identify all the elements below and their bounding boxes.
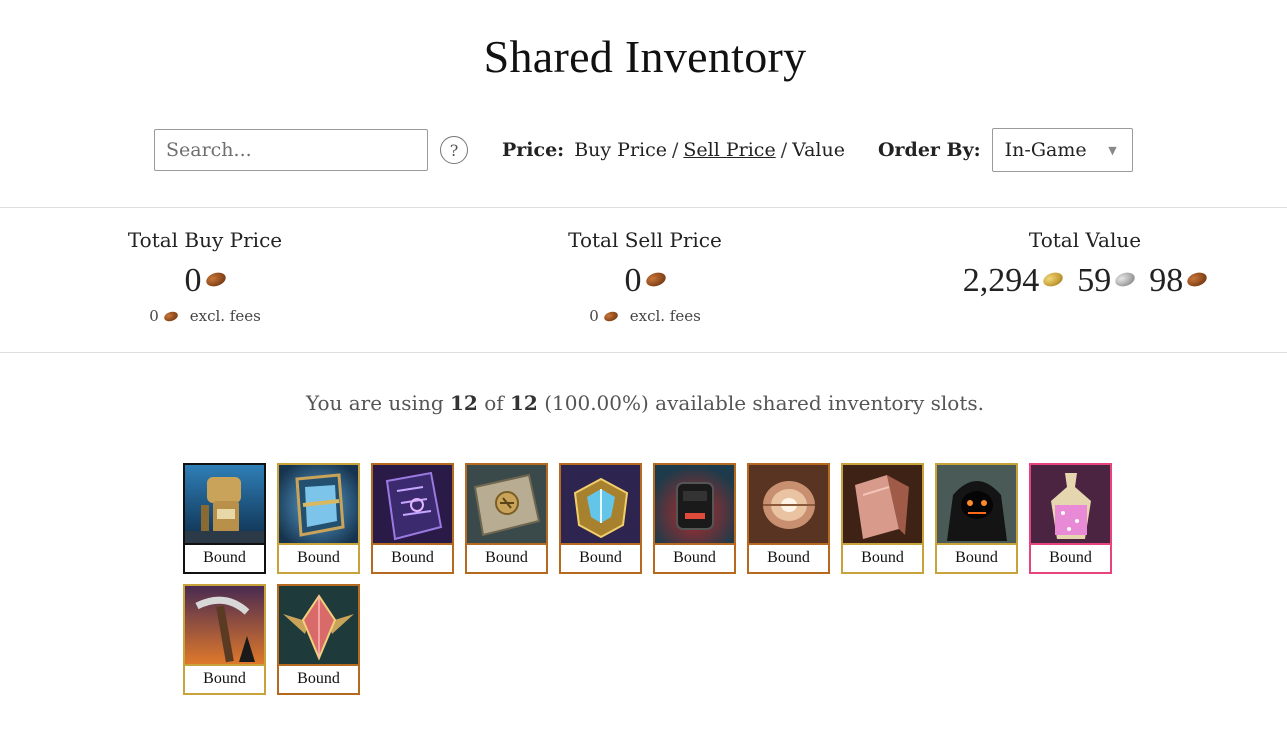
controls-bar: ? Price: Buy Price / Sell Price / Value … [154, 127, 1133, 173]
help-icon[interactable]: ? [440, 136, 468, 164]
price-separator: / [780, 139, 788, 161]
total-sell-label: Total Sell Price [568, 228, 722, 252]
shared-inventory-page: Shared Inventory ? Price: Buy Price / Se… [0, 0, 1287, 744]
total-value-silver-amount: 59 [1077, 262, 1112, 299]
inventory-slot[interactable]: Bound [465, 463, 548, 574]
divider [0, 207, 1287, 208]
price-option-buy[interactable]: Buy Price [574, 139, 667, 161]
inventory-slot[interactable]: Bound [183, 463, 266, 574]
total-buy-fees: 0 excl. fees [105, 307, 305, 325]
total-buy-label: Total Buy Price [127, 228, 283, 252]
copper-coin-icon [203, 269, 228, 289]
totals-section: Total Buy Price 0 0 excl. fees Total Sel… [0, 228, 1287, 348]
sickle-sunset-icon [185, 586, 264, 666]
total-value-amount: 2,294 59 98 [935, 262, 1235, 300]
total-sell-fees-value: 0 [589, 307, 599, 325]
usage-prefix: You are using [305, 391, 444, 415]
total-buy-value: 0 [184, 262, 202, 299]
search-input[interactable] [154, 129, 428, 171]
total-value-silver: 59 [1077, 262, 1137, 300]
order-by-select[interactable]: In-Game ▼ [991, 128, 1133, 172]
price-option-value[interactable]: Value [792, 139, 845, 161]
total-buy-amount: 0 [105, 262, 305, 300]
page-title: Shared Inventory [483, 31, 807, 82]
total-value-gold-amount: 2,294 [962, 262, 1040, 299]
order-by-value: In-Game [1004, 139, 1087, 161]
price-separator: / [672, 139, 679, 161]
bound-label: Bound [749, 543, 828, 572]
red-glowing-pack-icon [655, 465, 734, 545]
order-by-label: Order By: [877, 139, 981, 161]
bound-label: Bound [185, 664, 264, 693]
excl-fees-label: excl. fees [189, 307, 261, 325]
copper-coin-icon [643, 269, 668, 289]
total-sell-block: Total Sell Price 0 0 excl. fees [545, 228, 745, 325]
copper-coin-icon [602, 309, 619, 323]
bound-label: Bound [185, 543, 264, 572]
golem-statue-icon [185, 465, 264, 545]
price-label: Price: [502, 139, 565, 161]
bound-label: Bound [279, 664, 358, 693]
total-value-copper-amount: 98 [1149, 262, 1184, 299]
blue-banner-shield-icon [279, 465, 358, 545]
total-value-copper: 98 [1149, 262, 1209, 300]
bound-label: Bound [655, 543, 734, 572]
copper-coin-icon [1185, 269, 1209, 289]
inventory-slot[interactable]: Bound [653, 463, 736, 574]
inventory-slot[interactable]: Bound [1029, 463, 1112, 574]
bound-label: Bound [467, 543, 546, 572]
total-buy-fees-value: 0 [149, 307, 159, 325]
gold-coin-icon [1041, 269, 1065, 289]
usage-suffix: (100.00%) available shared inventory slo… [544, 391, 984, 415]
inventory-slot[interactable]: Bound [935, 463, 1018, 574]
bound-label: Bound [373, 543, 452, 572]
inventory-slot[interactable]: Bound [371, 463, 454, 574]
total-sell-amount: 0 [545, 262, 745, 300]
inventory-slot[interactable]: Bound [559, 463, 642, 574]
pink-cloth-bundle-icon [843, 465, 922, 545]
inventory-slot[interactable]: Bound [277, 463, 360, 574]
bound-label: Bound [937, 543, 1016, 572]
usage-mid: of [484, 391, 504, 415]
chevron-down-icon: ▼ [1108, 143, 1117, 157]
total-buy-block: Total Buy Price 0 0 excl. fees [105, 228, 305, 325]
inventory-slot[interactable]: Bound [841, 463, 924, 574]
copper-spool-icon [749, 465, 828, 545]
total-value-label: Total Value [1028, 228, 1142, 252]
purple-rune-tome-icon [373, 465, 452, 545]
excl-fees-label: excl. fees [629, 307, 701, 325]
winged-gem-icon [279, 586, 358, 666]
inventory-slot[interactable]: Bound [183, 584, 266, 695]
sparkle-tonic-icon [1031, 465, 1110, 545]
bound-label: Bound [561, 543, 640, 572]
hooded-shadow-icon [937, 465, 1016, 545]
usage-used: 12 [450, 391, 478, 415]
usage-total: 12 [510, 391, 538, 415]
inventory-slot[interactable]: Bound [747, 463, 830, 574]
golden-crystal-box-icon [561, 465, 640, 545]
copper-coin-icon [162, 309, 179, 323]
total-sell-fees: 0 excl. fees [545, 307, 745, 325]
divider [0, 352, 1287, 353]
slot-usage-text: You are using 12 of 12 (100.00%) availab… [0, 391, 1287, 415]
price-selector: Price: Buy Price / Sell Price / Value [502, 139, 845, 161]
bound-label: Bound [1031, 543, 1110, 572]
price-option-sell[interactable]: Sell Price [683, 139, 775, 161]
total-sell-value: 0 [624, 262, 642, 299]
sealed-scroll-icon [467, 465, 546, 545]
bound-label: Bound [279, 543, 358, 572]
inventory-slot[interactable]: Bound [277, 584, 360, 695]
total-value-gold: 2,294 [962, 262, 1065, 300]
bound-label: Bound [843, 543, 922, 572]
total-value-block: Total Value 2,294 59 98 [935, 228, 1235, 300]
silver-coin-icon [1113, 269, 1137, 289]
